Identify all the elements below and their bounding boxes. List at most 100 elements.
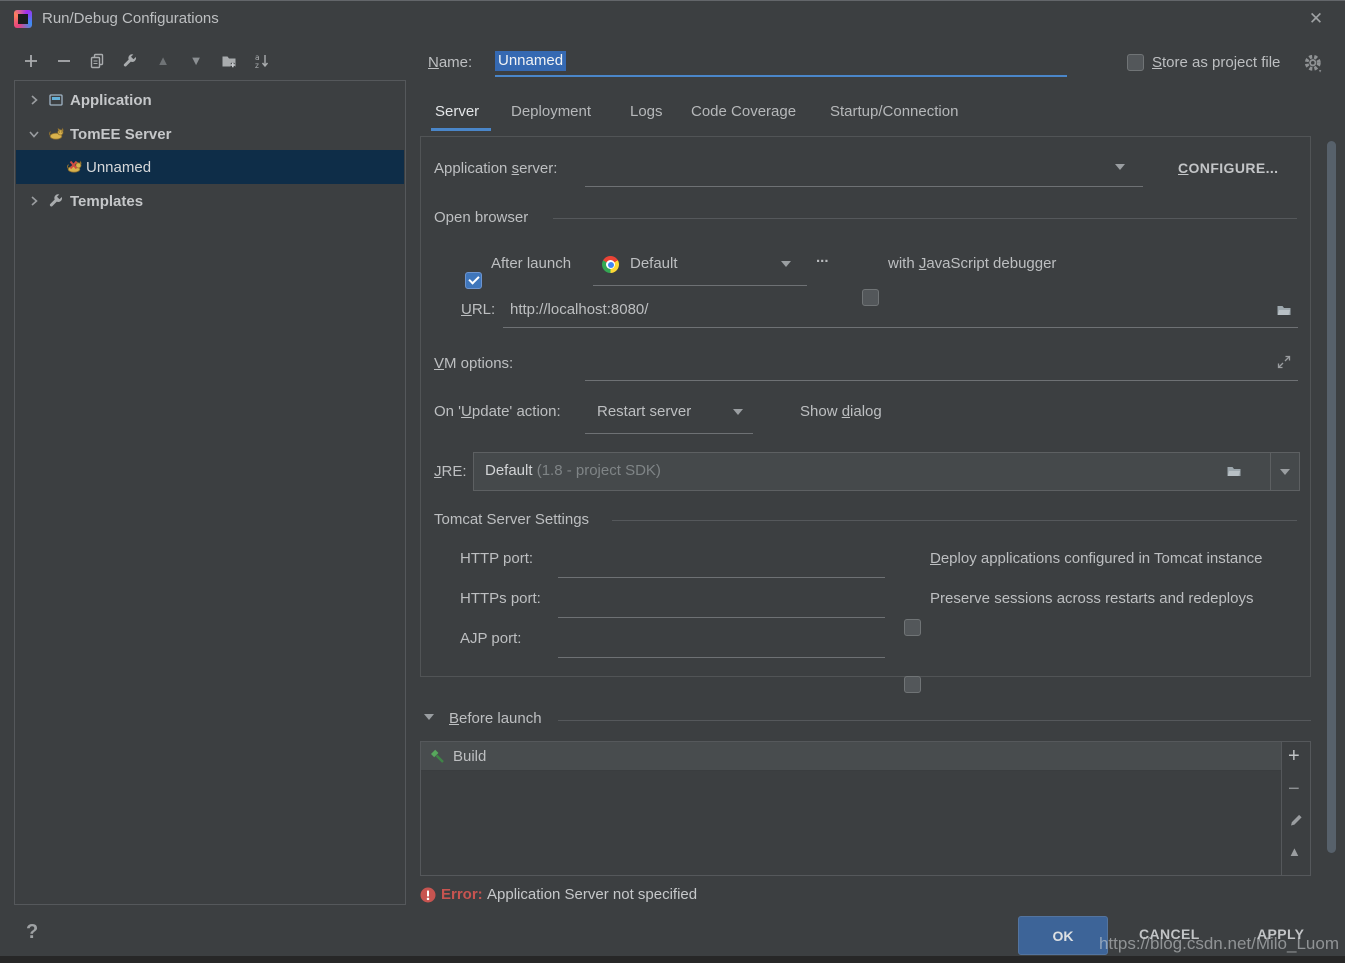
- name-input[interactable]: Unnamed: [495, 52, 1067, 75]
- browse-more-button[interactable]: ...: [816, 249, 829, 266]
- browse-folder-icon[interactable]: [1226, 463, 1242, 479]
- dropdown-arrow-icon: [781, 261, 791, 267]
- https-port-input[interactable]: [558, 588, 885, 614]
- store-as-project-file-checkbox[interactable]: [1127, 54, 1144, 71]
- before-launch-expander-icon[interactable]: [424, 714, 434, 720]
- tab-code-coverage[interactable]: Code Coverage: [691, 103, 796, 120]
- deploy-applications-checkbox[interactable]: [904, 619, 921, 636]
- help-icon[interactable]: ?: [26, 921, 38, 944]
- open-browser-separator: [553, 218, 1297, 219]
- wrench-icon[interactable]: [119, 50, 141, 72]
- hammer-icon: [429, 748, 445, 764]
- tab-deployment[interactable]: Deployment: [511, 103, 591, 120]
- vm-options-underline: [585, 380, 1298, 381]
- tree-item-unnamed[interactable]: Unnamed: [16, 150, 404, 184]
- http-port-input[interactable]: [558, 548, 885, 574]
- tree-item-label: Templates: [70, 193, 143, 210]
- tomcat-settings-section-label: Tomcat Server Settings: [434, 511, 589, 528]
- move-up-icon[interactable]: ▲: [152, 50, 174, 72]
- tomee-icon: [48, 126, 64, 142]
- deploy-applications-label: Deploy applications configured in Tomcat…: [930, 550, 1262, 567]
- edit-pencil-icon[interactable]: [1288, 812, 1304, 828]
- url-label: URL:: [461, 301, 495, 318]
- expand-icon[interactable]: [1276, 354, 1292, 370]
- on-update-action-dropdown[interactable]: Restart server: [597, 403, 753, 420]
- http-port-underline: [558, 577, 885, 578]
- application-server-underline: [585, 186, 1143, 187]
- move-up-icon[interactable]: ▲: [1288, 844, 1301, 860]
- http-port-label: HTTP port:: [460, 550, 533, 567]
- jre-combobox[interactable]: Default (1.8 - project SDK): [473, 452, 1300, 491]
- window-bottom-edge: [0, 956, 1345, 963]
- on-update-action-label: On 'Update' action:: [434, 403, 561, 420]
- url-input[interactable]: http://localhost:8080/: [510, 301, 1270, 318]
- https-port-label: HTTPs port:: [460, 590, 541, 607]
- js-debugger-label: with JavaScript debugger: [888, 255, 1056, 272]
- tree-item-label: TomEE Server: [70, 126, 171, 143]
- before-launch-section-label[interactable]: Before launch: [449, 710, 542, 727]
- before-launch-separator: [558, 720, 1311, 721]
- title-bar: Run/Debug Configurations ✕: [0, 1, 1345, 37]
- error-icon: [420, 887, 436, 907]
- move-down-icon[interactable]: ▼: [185, 50, 207, 72]
- remove-icon[interactable]: [53, 50, 75, 72]
- vertical-scrollbar-thumb[interactable]: [1327, 141, 1336, 853]
- tree-toolbar: ▲ ▼ a z: [20, 49, 273, 73]
- show-dialog-label: Show dialog: [800, 403, 882, 420]
- add-icon[interactable]: [20, 50, 42, 72]
- configure-link[interactable]: CONFIGURE...: [1178, 160, 1278, 176]
- browser-dropdown-value: Default: [630, 255, 678, 272]
- before-launch-list-viewport: Build: [421, 742, 1282, 875]
- dialog-title: Run/Debug Configurations: [42, 10, 219, 27]
- ok-button[interactable]: OK: [1018, 916, 1108, 955]
- gear-icon[interactable]: [1303, 53, 1325, 75]
- active-tab-underline: [431, 128, 491, 131]
- dropdown-arrow-icon: [733, 409, 743, 415]
- jre-value: Default: [485, 462, 533, 479]
- after-launch-label: After launch: [491, 255, 571, 272]
- vm-options-input[interactable]: [585, 353, 1275, 379]
- ajp-port-label: AJP port:: [460, 630, 521, 647]
- configurations-tree: Application TomEE Server Unnamed Templat…: [14, 80, 406, 905]
- before-launch-list: Build + − ▲: [420, 741, 1311, 876]
- preserve-sessions-label: Preserve sessions across restarts and re…: [930, 590, 1253, 607]
- apply-button[interactable]: APPLY: [1257, 926, 1304, 942]
- error-message: Application Server not specified: [487, 886, 697, 903]
- tree-item-label: Application: [70, 92, 152, 109]
- error-prefix: Error:: [441, 886, 483, 903]
- copy-icon[interactable]: [86, 50, 108, 72]
- cancel-button[interactable]: CANCEL: [1139, 926, 1200, 942]
- name-input-focus-underline: [495, 75, 1067, 77]
- add-icon[interactable]: +: [1288, 748, 1300, 764]
- name-input-selected-text: Unnamed: [495, 51, 566, 71]
- tree-item-tomee-server[interactable]: TomEE Server: [16, 117, 404, 151]
- tab-startup-connection[interactable]: Startup/Connection: [830, 103, 958, 120]
- after-launch-checkbox[interactable]: [465, 272, 482, 289]
- chevron-right-icon[interactable]: [26, 92, 42, 108]
- browser-dropdown-underline: [593, 285, 807, 286]
- tab-server[interactable]: Server: [435, 103, 479, 120]
- on-update-action-value: Restart server: [597, 403, 691, 420]
- dropdown-arrow-icon: [1280, 469, 1290, 475]
- new-folder-icon[interactable]: [218, 50, 240, 72]
- application-server-dropdown[interactable]: [585, 156, 1143, 186]
- chevron-down-icon[interactable]: [26, 126, 42, 142]
- tree-item-application[interactable]: Application: [16, 83, 404, 117]
- preserve-sessions-checkbox[interactable]: [904, 676, 921, 693]
- chevron-right-icon[interactable]: [26, 193, 42, 209]
- dropdown-arrow-icon: [1115, 164, 1125, 170]
- tree-item-templates[interactable]: Templates: [16, 184, 404, 218]
- sort-az-icon[interactable]: a z: [251, 50, 273, 72]
- vm-options-label: VM options:: [434, 355, 513, 372]
- before-launch-item-build[interactable]: Build: [421, 742, 1281, 771]
- browser-dropdown[interactable]: Default: [630, 255, 807, 272]
- tab-logs[interactable]: Logs: [630, 103, 663, 120]
- name-label: Name:: [428, 54, 472, 71]
- jre-dropdown-button[interactable]: [1270, 453, 1299, 490]
- close-icon[interactable]: ✕: [1305, 8, 1327, 30]
- before-launch-item-label: Build: [453, 748, 486, 765]
- browse-folder-icon[interactable]: [1276, 302, 1292, 318]
- remove-icon[interactable]: −: [1288, 781, 1300, 797]
- before-launch-toolbar: + − ▲: [1282, 742, 1310, 875]
- ajp-port-input[interactable]: [558, 628, 885, 654]
